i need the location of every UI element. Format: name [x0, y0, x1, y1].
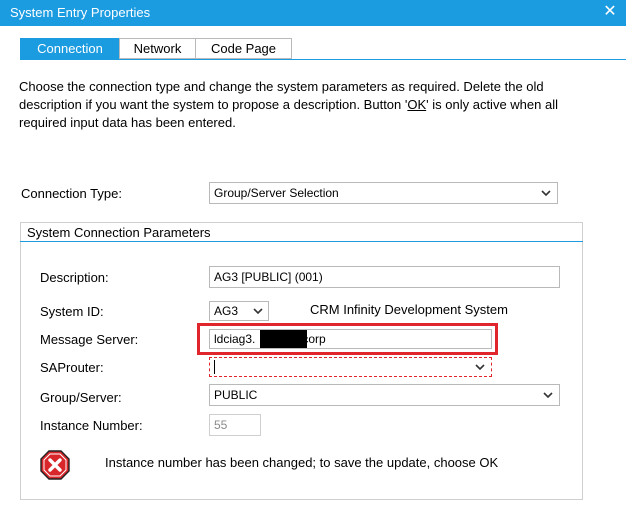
status-message: Instance number has been changed; to sav… [105, 455, 499, 470]
connection-type-select[interactable]: Group/Server Selection [209, 182, 558, 204]
highlight-box [197, 323, 498, 355]
chevron-down-icon [541, 190, 551, 197]
chevron-down-icon [253, 308, 263, 315]
window-title: System Entry Properties [10, 5, 151, 20]
connection-type-value: Group/Server Selection [214, 186, 339, 200]
group-server-label: Group/Server: [40, 390, 122, 405]
close-icon[interactable]: ✕ [601, 2, 619, 22]
system-id-value: AG3 [214, 304, 239, 318]
instructions-text: Choose the connection type and change th… [19, 78, 609, 132]
connection-type-label: Connection Type: [21, 186, 122, 201]
chevron-down-icon [543, 392, 553, 399]
instance-number-input[interactable]: 55 [209, 414, 261, 436]
chevron-down-icon [475, 364, 485, 371]
instructions-ok: OK [407, 97, 427, 112]
description-label: Description: [40, 270, 109, 285]
error-icon [40, 450, 70, 480]
group-server-value: PUBLIC [214, 388, 258, 402]
message-server-label: Message Server: [40, 332, 139, 347]
system-id-select[interactable]: AG3 [209, 301, 269, 321]
group-title-underline [20, 241, 583, 242]
saprouter-select[interactable] [209, 357, 492, 377]
group-server-select[interactable]: PUBLIC [209, 384, 560, 406]
text-cursor [214, 360, 215, 374]
tab-code-page[interactable]: Code Page [195, 38, 292, 59]
description-input[interactable]: AG3 [PUBLIC] (001) [209, 266, 560, 288]
instance-number-label: Instance Number: [40, 418, 143, 433]
tab-connection[interactable]: Connection [20, 38, 120, 59]
system-name-text: CRM Infinity Development System [310, 302, 508, 317]
system-id-label: System ID: [40, 304, 104, 319]
group-title: System Connection Parameters [27, 225, 211, 240]
tab-underline [20, 59, 626, 60]
tab-network[interactable]: Network [119, 38, 196, 59]
saprouter-label: SAProuter: [40, 360, 104, 375]
title-bar: System Entry Properties ✕ [0, 0, 626, 26]
